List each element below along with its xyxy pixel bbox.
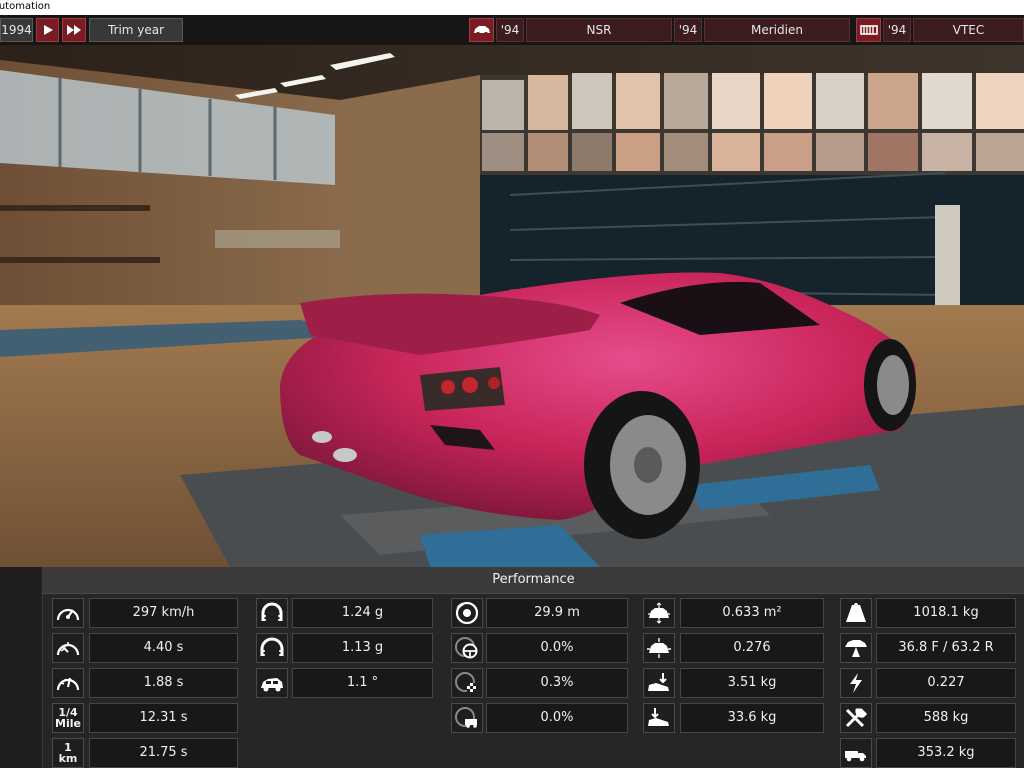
brake-tow-value: 0.0%	[486, 703, 628, 733]
slow-cornering-value: 1.13 g	[292, 633, 433, 663]
brake-fade-steering-value: 0.0%	[486, 633, 628, 663]
body-name-field[interactable]: NSR	[526, 18, 672, 42]
drag-coefficient-value: 0.276	[680, 633, 824, 663]
power-to-weight-value: 0.227	[876, 668, 1016, 698]
weight-icon	[840, 598, 872, 628]
one-km-value: 21.75 s	[89, 738, 238, 768]
brake-fade-icon	[451, 668, 483, 698]
frontal-area-value: 0.633 m²	[680, 598, 824, 628]
gauge-icon	[52, 668, 84, 698]
trim-year-button[interactable]: Trim year	[89, 18, 183, 42]
car-body-icon	[473, 26, 490, 36]
brake-tow-icon	[451, 703, 483, 733]
one-km-icon: 1 km	[52, 738, 84, 768]
rear-downforce-value: 33.6 kg	[680, 703, 824, 733]
steering-brake-icon	[451, 633, 483, 663]
performance-panel: Performance 297 km/h 4.40 s 1.88 s 1/4 Mi…	[0, 567, 1024, 768]
corner-grip-icon	[256, 598, 288, 628]
engine-year: '94	[883, 18, 911, 42]
weight-value: 1018.1 kg	[876, 598, 1016, 628]
tools-payload-icon	[840, 703, 872, 733]
downforce-rear-icon	[643, 703, 675, 733]
window-title-bar: Automation	[0, 0, 1024, 15]
model-name-field[interactable]: Meridien	[704, 18, 850, 42]
engine-button[interactable]	[856, 18, 881, 42]
play-button[interactable]	[36, 18, 59, 42]
car-body-button[interactable]	[469, 18, 494, 42]
fast-forward-icon	[67, 25, 81, 35]
performance-header: Performance	[43, 567, 1024, 594]
cornering-grip-value: 1.24 g	[292, 598, 433, 628]
corner-grip-slow-icon	[256, 633, 288, 663]
body-roll-value: 1.1 °	[292, 668, 433, 698]
back-wall	[340, 75, 480, 305]
top-toolbar: 1994 Trim year '94 NSR '94 Meridien '94 …	[0, 15, 1024, 45]
speedometer-icon	[52, 598, 84, 628]
acceleration-80-120-value: 1.88 s	[89, 668, 238, 698]
weight-distribution-value: 36.8 F / 63.2 R	[876, 633, 1016, 663]
towing-capacity-value: 353.2 kg	[876, 738, 1016, 768]
brake-fade-value: 0.3%	[486, 668, 628, 698]
downforce-front-icon	[643, 668, 675, 698]
engine-icon	[859, 25, 878, 35]
fast-forward-button[interactable]	[62, 18, 86, 42]
ceiling-panels	[482, 73, 1024, 171]
front-downforce-value: 3.51 kg	[680, 668, 824, 698]
drag-coefficient-icon	[643, 633, 675, 663]
play-icon	[43, 25, 53, 35]
power-to-weight-icon	[840, 668, 872, 698]
payload-value: 588 kg	[876, 703, 1016, 733]
body-year: '94	[496, 18, 524, 42]
zero-to-100-value: 4.40 s	[89, 633, 238, 663]
weight-distribution-icon	[840, 633, 872, 663]
top-speed-value: 297 km/h	[89, 598, 238, 628]
engine-name-field[interactable]: VTEC	[913, 18, 1024, 42]
quarter-mile-value: 12.31 s	[89, 703, 238, 733]
braking-distance-value: 29.9 m	[486, 598, 628, 628]
model-year: '94	[674, 18, 702, 42]
garage-3d-viewport[interactable]	[0, 45, 1024, 567]
body-roll-icon	[256, 668, 288, 698]
brake-disc-icon	[451, 598, 483, 628]
tow-truck-icon	[840, 738, 872, 768]
panel-left-strip	[0, 567, 43, 768]
quarter-mile-icon: 1/4 Mile	[52, 703, 84, 733]
window-title: Automation	[0, 1, 51, 12]
year-display: 1994	[0, 18, 33, 42]
frontal-area-icon	[643, 598, 675, 628]
acceleration-gauge-icon	[52, 633, 84, 663]
